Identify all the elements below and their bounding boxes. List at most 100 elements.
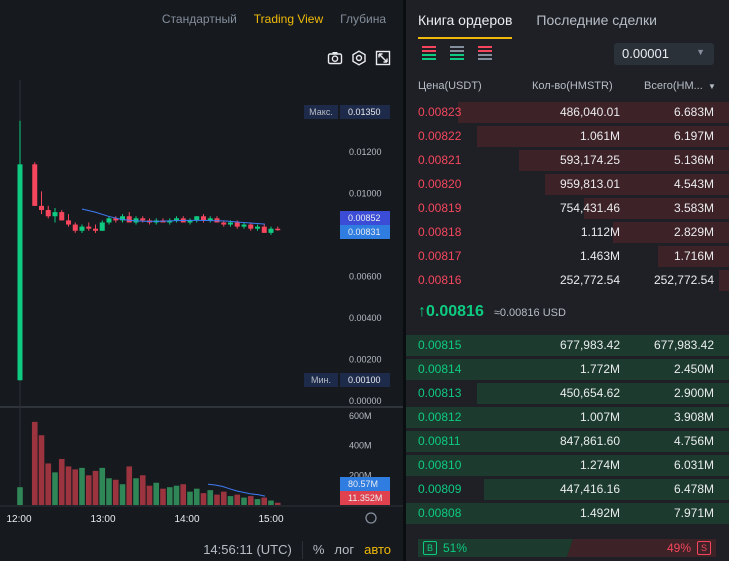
settings-hex-icon[interactable] (351, 50, 367, 66)
candle-body (194, 216, 200, 221)
bid-total: 2.450M (673, 362, 714, 376)
candle-body (99, 222, 105, 231)
chart-toolbar (327, 50, 391, 66)
ask-row[interactable]: 0.00819 754,431.46 3.583M (406, 197, 729, 219)
bid-qty: 447,416.16 (559, 482, 620, 496)
volume-bar (139, 475, 146, 505)
bid-row[interactable]: 0.00809 447,416.16 6.478M (406, 478, 729, 500)
ask-qty: 252,772.54 (559, 273, 620, 287)
chart-footer: 14:56:11 (UTC) % лог авто (0, 538, 403, 561)
fullscreen-icon[interactable] (375, 50, 391, 66)
volume-tick: 600M (349, 411, 372, 421)
last-price-value[interactable]: ↑0.00816 (418, 303, 484, 321)
auto-scale-toggle[interactable]: авто (364, 542, 391, 557)
ask-total: 4.543M (673, 177, 714, 191)
bid-price: 0.00808 (418, 506, 462, 520)
time-tick: 14:00 (174, 514, 199, 525)
candle-body (234, 222, 240, 227)
both-sides-view-icon[interactable] (422, 46, 436, 60)
ask-row[interactable]: 0.00821 593,174.25 5.136M (406, 149, 729, 171)
ask-row[interactable]: 0.00823 486,040.01 6.683M (406, 101, 729, 123)
ask-price: 0.00823 (418, 105, 462, 119)
volume-bar (85, 475, 92, 505)
ask-total: 6.683M (673, 105, 714, 119)
bid-total: 7.971M (673, 506, 714, 520)
tab-recent-trades[interactable]: Последние сделки (536, 12, 657, 39)
ask-total: 6.197M (673, 129, 714, 143)
ask-price: 0.00818 (418, 225, 462, 239)
volume-bar (180, 484, 187, 505)
ask-total: 252,772.54 (653, 273, 714, 287)
bid-row[interactable]: 0.00808 1.492M 7.971M (406, 502, 729, 524)
volume-marker-b-value: 11.352M (348, 493, 382, 503)
bid-row[interactable]: 0.00810 1.274M 6.031M (406, 454, 729, 476)
volume-bar (119, 484, 126, 505)
bid-row[interactable]: 0.00814 1.772M 2.450M (406, 358, 729, 380)
ask-price: 0.00816 (418, 273, 462, 287)
candle-body (79, 226, 85, 231)
bid-qty: 1.492M (579, 506, 620, 520)
time-tick: 15:00 (258, 514, 283, 525)
sort-caret-icon[interactable]: ▼ (708, 82, 716, 91)
camera-icon[interactable] (327, 50, 343, 66)
candle-body (174, 218, 179, 221)
tab-depth[interactable]: Глубина (340, 12, 386, 26)
last-price-usd: ≈0.00816 USD (493, 307, 566, 319)
depth-bar (719, 270, 729, 291)
bid-row[interactable]: 0.00815 677,983.42 677,983.42 (406, 334, 729, 356)
asks-only-view-icon[interactable] (478, 46, 492, 60)
tab-tradingview[interactable]: Trading View (254, 12, 323, 26)
col-total: Всего(HM... (644, 80, 703, 92)
bid-total: 6.478M (673, 482, 714, 496)
bid-price: 0.00813 (418, 386, 462, 400)
col-qty: Кол-во(HMSTR) (532, 80, 613, 92)
volume-tick: 400M (349, 441, 372, 451)
ask-row[interactable]: 0.00817 1.463M 1.716M (406, 245, 729, 267)
bid-row[interactable]: 0.00811 847,861.60 4.756M (406, 430, 729, 452)
volume-bar (261, 497, 268, 505)
bid-row[interactable]: 0.00812 1.007M 3.908M (406, 406, 729, 428)
up-arrow-icon: ↑ (418, 303, 426, 320)
volume-bar (173, 485, 180, 505)
price-tick: 0.00400 (349, 313, 382, 323)
candle-body (261, 226, 267, 233)
tab-standard[interactable]: Стандартный (162, 12, 237, 26)
volume-bar (72, 469, 79, 505)
bid-price: 0.00814 (418, 362, 462, 376)
volume-bar (79, 467, 85, 505)
volume-bar (187, 491, 193, 505)
ask-row[interactable]: 0.00820 959,813.01 4.543M (406, 173, 729, 195)
tab-order-book[interactable]: Книга ордеров (418, 12, 513, 39)
volume-bar (112, 479, 119, 505)
volume-bar (160, 488, 166, 505)
ask-qty: 593,174.25 (559, 153, 620, 167)
candle-body (52, 212, 58, 217)
volume-bar (247, 496, 254, 505)
bid-qty: 1.274M (579, 458, 620, 472)
precision-value: 0.00001 (622, 46, 669, 61)
candle-body (228, 222, 233, 225)
max-price-marker-value: 0.01350 (348, 107, 381, 117)
ask-row[interactable]: 0.00822 1.061M 6.197M (406, 125, 729, 147)
ask-row[interactable]: 0.00816 252,772.54 252,772.54 (406, 269, 729, 291)
bid-qty: 1.772M (579, 362, 620, 376)
axis-settings-icon[interactable] (365, 512, 377, 524)
precision-select[interactable]: 0.00001 ▼ (614, 43, 714, 65)
candle-body (268, 228, 274, 233)
price-chart[interactable]: 0.014000.012000.010000.008000.006000.004… (0, 80, 403, 535)
buy-sell-ratio: B 51% 49% S (418, 539, 716, 557)
volume-bar (99, 467, 106, 505)
ask-price: 0.00820 (418, 177, 462, 191)
candle-body (86, 226, 92, 229)
utc-clock: 14:56:11 (UTC) (203, 542, 292, 557)
bids-only-view-icon[interactable] (450, 46, 464, 60)
last-price-marker-b-value: 0.00831 (348, 227, 381, 237)
bid-row[interactable]: 0.00813 450,654.62 2.900M (406, 382, 729, 404)
candle-body (32, 164, 38, 206)
candle-body (221, 222, 227, 225)
log-scale-toggle[interactable]: лог (334, 542, 354, 557)
chart-view-tabs: Стандартный Trading View Глубина (145, 12, 386, 26)
percent-scale-toggle[interactable]: % (313, 542, 325, 557)
ask-row[interactable]: 0.00818 1.112M 2.829M (406, 221, 729, 243)
price-tick: 0.01200 (349, 147, 382, 157)
